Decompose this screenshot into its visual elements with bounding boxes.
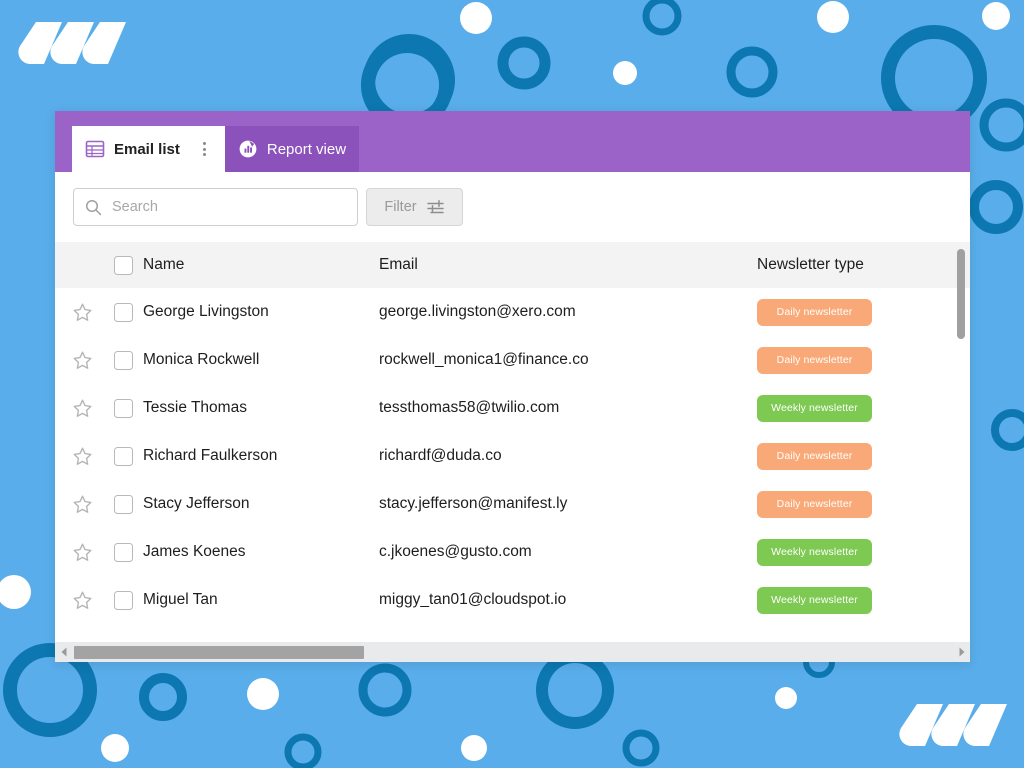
row-star-cell[interactable]: [61, 446, 103, 467]
row-checkbox-cell[interactable]: [103, 351, 143, 370]
newsletter-type-badge[interactable]: Weekly newsletter: [757, 539, 872, 566]
table-row[interactable]: George Livingstongeorge.livingston@xero.…: [55, 288, 970, 336]
table-row[interactable]: Monica Rockwellrockwell_monica1@finance.…: [55, 336, 970, 384]
row-email: tessthomas58@twilio.com: [379, 399, 757, 417]
newsletter-type-badge[interactable]: Daily newsletter: [757, 347, 872, 374]
tab-email-list[interactable]: Email list: [72, 126, 225, 172]
row-newsletter-type-cell: Daily newsletter: [757, 443, 957, 470]
row-checkbox-cell[interactable]: [103, 399, 143, 418]
more-options-icon[interactable]: [198, 142, 212, 156]
row-email: c.jkoenes@gusto.com: [379, 543, 757, 561]
row-checkbox[interactable]: [114, 591, 133, 610]
row-checkbox-cell[interactable]: [103, 495, 143, 514]
row-name: Miguel Tan: [143, 591, 379, 609]
search-box[interactable]: [73, 188, 358, 226]
select-all-checkbox[interactable]: [114, 256, 133, 275]
row-checkbox-cell[interactable]: [103, 447, 143, 466]
table-row[interactable]: Richard Faulkersonrichardf@duda.coDaily …: [55, 432, 970, 480]
row-name: Stacy Jefferson: [143, 495, 379, 513]
column-header-email[interactable]: Email: [379, 256, 757, 274]
row-name: George Livingston: [143, 303, 379, 321]
table: Name Email Newsletter type George Living…: [55, 242, 970, 624]
newsletter-type-badge[interactable]: Daily newsletter: [757, 299, 872, 326]
row-checkbox-cell[interactable]: [103, 303, 143, 322]
tab-email-list-label: Email list: [114, 141, 180, 158]
chart-circle-icon: [238, 139, 258, 159]
favorite-star-icon[interactable]: [72, 350, 93, 371]
table-header-row: Name Email Newsletter type: [55, 242, 970, 288]
row-checkbox[interactable]: [114, 351, 133, 370]
row-checkbox-cell[interactable]: [103, 543, 143, 562]
search-icon: [85, 199, 102, 216]
app-window: Email list Report view: [55, 111, 970, 662]
row-checkbox[interactable]: [114, 447, 133, 466]
horizontal-scrollbar[interactable]: [55, 642, 970, 662]
newsletter-type-badge[interactable]: Daily newsletter: [757, 443, 872, 470]
row-newsletter-type-cell: Daily newsletter: [757, 299, 957, 326]
row-star-cell[interactable]: [61, 590, 103, 611]
search-input[interactable]: [112, 199, 346, 215]
vertical-scrollbar[interactable]: [956, 242, 966, 624]
favorite-star-icon[interactable]: [72, 590, 93, 611]
row-email: george.livingston@xero.com: [379, 303, 757, 321]
row-newsletter-type-cell: Weekly newsletter: [757, 395, 957, 422]
table-row[interactable]: Stacy Jeffersonstacy.jefferson@manifest.…: [55, 480, 970, 528]
row-star-cell[interactable]: [61, 542, 103, 563]
column-header-newsletter-type[interactable]: Newsletter type: [757, 256, 957, 274]
row-checkbox[interactable]: [114, 495, 133, 514]
table-row[interactable]: James Koenesc.jkoenes@gusto.comWeekly ne…: [55, 528, 970, 576]
row-email: rockwell_monica1@finance.co: [379, 351, 757, 369]
row-newsletter-type-cell: Weekly newsletter: [757, 587, 957, 614]
row-name: Richard Faulkerson: [143, 447, 379, 465]
horizontal-scrollbar-thumb[interactable]: [74, 646, 364, 659]
row-name: Monica Rockwell: [143, 351, 379, 369]
sliders-icon: [426, 198, 445, 217]
brand-logo-top-left: [16, 20, 128, 66]
favorite-star-icon[interactable]: [72, 542, 93, 563]
scroll-right-arrow-icon[interactable]: [953, 642, 970, 662]
table-row[interactable]: Tessie Thomastessthomas58@twilio.comWeek…: [55, 384, 970, 432]
column-header-name[interactable]: Name: [143, 256, 379, 274]
table-grid-icon: [85, 139, 105, 159]
row-newsletter-type-cell: Daily newsletter: [757, 491, 957, 518]
row-checkbox[interactable]: [114, 303, 133, 322]
newsletter-type-badge[interactable]: Weekly newsletter: [757, 587, 872, 614]
favorite-star-icon[interactable]: [72, 398, 93, 419]
newsletter-type-badge[interactable]: Daily newsletter: [757, 491, 872, 518]
row-star-cell[interactable]: [61, 350, 103, 371]
tab-report-view-label: Report view: [267, 141, 346, 158]
row-checkbox-cell[interactable]: [103, 591, 143, 610]
filter-button-label: Filter: [384, 199, 416, 215]
row-checkbox[interactable]: [114, 399, 133, 418]
select-all-cell: [103, 256, 143, 275]
table-row[interactable]: Miguel Tanmiggy_tan01@cloudspot.ioWeekly…: [55, 576, 970, 624]
favorite-star-icon[interactable]: [72, 302, 93, 323]
row-newsletter-type-cell: Weekly newsletter: [757, 539, 957, 566]
favorite-star-icon[interactable]: [72, 494, 93, 515]
tab-report-view[interactable]: Report view: [225, 126, 359, 172]
scroll-left-arrow-icon[interactable]: [55, 642, 72, 662]
row-newsletter-type-cell: Daily newsletter: [757, 347, 957, 374]
row-email: miggy_tan01@cloudspot.io: [379, 591, 757, 609]
row-name: James Koenes: [143, 543, 379, 561]
row-star-cell[interactable]: [61, 302, 103, 323]
vertical-scrollbar-thumb[interactable]: [957, 249, 965, 339]
row-star-cell[interactable]: [61, 494, 103, 515]
toolbar: Filter: [55, 172, 970, 242]
filter-button[interactable]: Filter: [366, 188, 463, 226]
row-star-cell[interactable]: [61, 398, 103, 419]
tab-bar: Email list Report view: [55, 111, 970, 172]
brand-logo-bottom-right: [897, 702, 1009, 748]
table-body: George Livingstongeorge.livingston@xero.…: [55, 288, 970, 624]
row-checkbox[interactable]: [114, 543, 133, 562]
row-name: Tessie Thomas: [143, 399, 379, 417]
newsletter-type-badge[interactable]: Weekly newsletter: [757, 395, 872, 422]
row-email: stacy.jefferson@manifest.ly: [379, 495, 757, 513]
favorite-star-icon[interactable]: [72, 446, 93, 467]
row-email: richardf@duda.co: [379, 447, 757, 465]
